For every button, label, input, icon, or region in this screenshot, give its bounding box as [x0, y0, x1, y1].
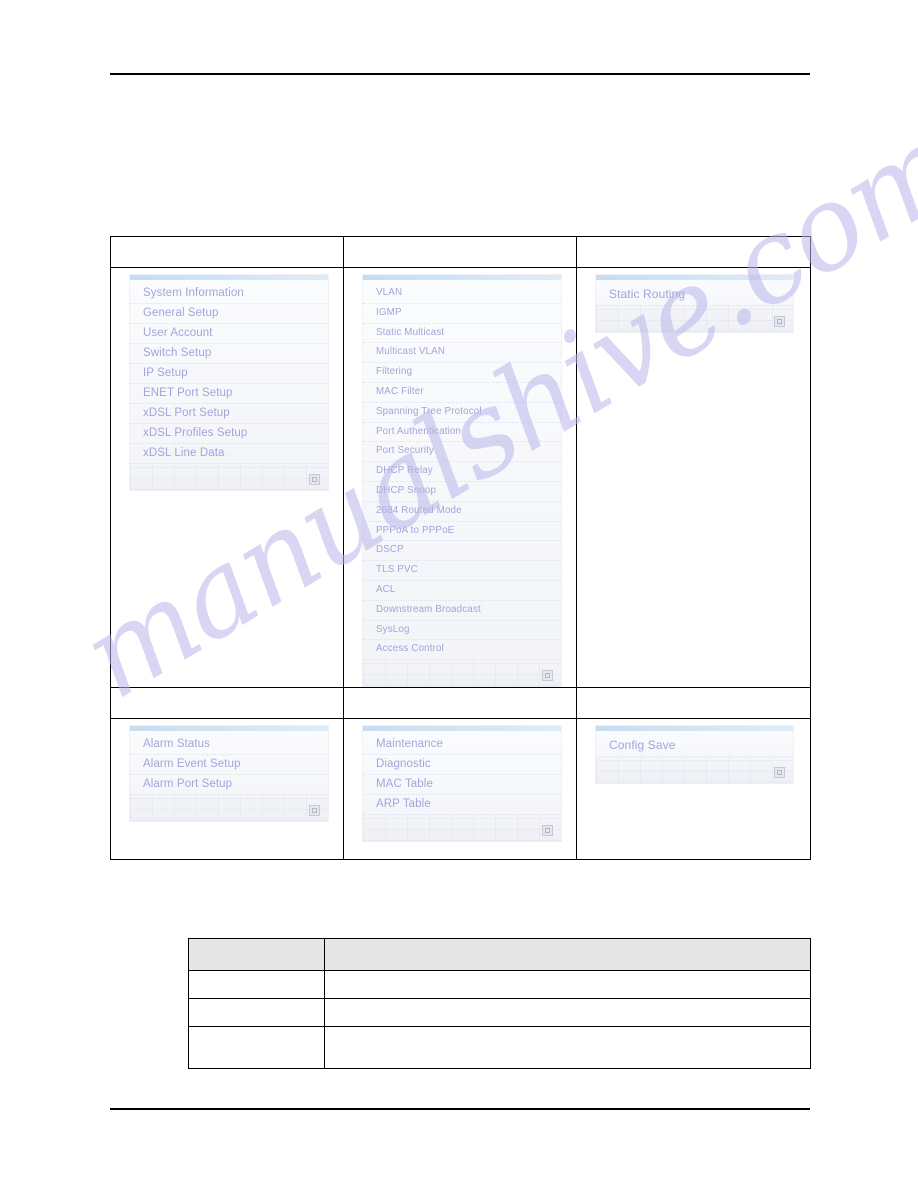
panel-system-menu[interactable]: System Information General Setup User Ac…: [129, 274, 329, 491]
menu-item[interactable]: SysLog: [363, 621, 561, 641]
description-table: [188, 938, 811, 1069]
header-cell-routing: [576, 236, 811, 268]
menu-list-config: Config Save: [596, 731, 793, 758]
menu-item[interactable]: Access Control: [363, 640, 561, 661]
menu-item[interactable]: Switch Setup: [130, 344, 328, 364]
menu-item[interactable]: DHCP Relay: [363, 462, 561, 482]
menu-item[interactable]: xDSL Profiles Setup: [130, 424, 328, 444]
panel-config-menu[interactable]: Config Save: [595, 725, 794, 785]
menu-list-alarm: Alarm Status Alarm Event Setup Alarm Por…: [130, 731, 328, 796]
menu-item[interactable]: Multicast VLAN: [363, 343, 561, 364]
menu-item[interactable]: System Information: [130, 284, 328, 304]
desc-cell-value: [324, 1026, 811, 1069]
header-cell-alarm: [110, 687, 344, 720]
table-row: Alarm Status Alarm Event Setup Alarm Por…: [110, 718, 811, 861]
desc-cell-value: [324, 998, 811, 1027]
panel-management-menu[interactable]: Maintenance Diagnostic MAC Table ARP Tab…: [362, 725, 562, 843]
panel-footer: [130, 795, 328, 822]
table-row: [110, 236, 811, 268]
panel-topbar: [130, 275, 328, 280]
menu-item[interactable]: Downstream Broadcast: [363, 601, 561, 621]
menu-item[interactable]: General Setup: [130, 304, 328, 324]
header-cell-switching: [343, 236, 577, 268]
cell-routing-menu: Static Routing: [576, 266, 811, 689]
desc-cell-value: [324, 970, 811, 999]
page-header-rule: [110, 73, 810, 75]
menu-item[interactable]: Static Multicast: [363, 324, 561, 344]
desc-cell-label: [188, 998, 325, 1027]
cell-switching-menu: VLAN IGMP Static Multicast Multicast VLA…: [343, 266, 577, 689]
menu-item[interactable]: 2684 Routed Mode: [363, 502, 561, 522]
menu-item[interactable]: User Account: [130, 324, 328, 344]
menu-item[interactable]: VLAN: [363, 284, 561, 304]
panel-alarm-menu[interactable]: Alarm Status Alarm Event Setup Alarm Por…: [129, 725, 329, 823]
desc-cell-label: [188, 970, 325, 999]
panel-footer: [596, 757, 793, 784]
panel-topbar: [130, 726, 328, 732]
cell-config-menu: Config Save: [576, 718, 811, 861]
menu-item[interactable]: Alarm Status: [130, 735, 328, 756]
menu-item[interactable]: TLS PVC: [363, 561, 561, 581]
panel-footer: [363, 660, 561, 687]
menu-item[interactable]: Maintenance: [363, 735, 561, 756]
table-row: [188, 970, 811, 999]
menu-item[interactable]: Config Save: [596, 735, 793, 758]
menu-list-system: System Information General Setup User Ac…: [130, 280, 328, 464]
menu-item[interactable]: Alarm Event Setup: [130, 755, 328, 776]
menu-list-routing: Static Routing: [596, 280, 793, 306]
resize-grip-icon: [542, 670, 553, 682]
menu-item[interactable]: MAC Filter: [363, 383, 561, 403]
menu-item[interactable]: PPPoA to PPPoE: [363, 522, 561, 542]
header-cell-config: [576, 687, 811, 720]
menu-item[interactable]: xDSL Line Data: [130, 444, 328, 464]
panel-footer: [363, 815, 561, 842]
panel-footer: [596, 306, 793, 332]
menu-item[interactable]: ACL: [363, 581, 561, 601]
menu-item[interactable]: IGMP: [363, 304, 561, 324]
desc-cell-label: [188, 1026, 325, 1069]
panel-topbar: [596, 275, 793, 280]
resize-grip-icon: [542, 825, 553, 837]
cell-management-menu: Maintenance Diagnostic MAC Table ARP Tab…: [343, 718, 577, 861]
menu-list-management: Maintenance Diagnostic MAC Table ARP Tab…: [363, 731, 561, 816]
menu-item[interactable]: Port Authentication: [363, 423, 561, 443]
menu-item[interactable]: ARP Table: [363, 795, 561, 816]
header-cell-system: [110, 236, 344, 268]
desc-header-cell-1: [188, 938, 325, 971]
panel-routing-menu[interactable]: Static Routing: [595, 274, 794, 333]
resize-grip-icon: [309, 805, 320, 817]
panel-topbar: [596, 726, 793, 732]
table-row: [188, 998, 811, 1027]
header-cell-management: [343, 687, 577, 720]
table-row: [110, 687, 811, 720]
menu-item[interactable]: ENET Port Setup: [130, 384, 328, 404]
table-header-row: [188, 938, 811, 971]
cell-system-menu: System Information General Setup User Ac…: [110, 266, 344, 689]
menu-item[interactable]: Diagnostic: [363, 755, 561, 776]
menu-item[interactable]: Spanning Tree Protocol: [363, 403, 561, 423]
panel-footer: [130, 464, 328, 490]
page-footer-rule: [110, 1108, 810, 1110]
panel-switching-menu[interactable]: VLAN IGMP Static Multicast Multicast VLA…: [362, 274, 562, 688]
menu-item[interactable]: xDSL Port Setup: [130, 404, 328, 424]
menu-overview-table: System Information General Setup User Ac…: [110, 236, 811, 861]
panel-topbar: [363, 726, 561, 732]
cell-alarm-menu: Alarm Status Alarm Event Setup Alarm Por…: [110, 718, 344, 861]
menu-item[interactable]: Alarm Port Setup: [130, 775, 328, 796]
menu-item[interactable]: Port Security: [363, 442, 561, 463]
resize-grip-icon: [774, 767, 785, 779]
menu-item[interactable]: DHCP Snoop: [363, 482, 561, 502]
desc-header-cell-2: [324, 938, 811, 971]
menu-item[interactable]: DSCP: [363, 541, 561, 562]
menu-item[interactable]: IP Setup: [130, 364, 328, 384]
resize-grip-icon: [774, 316, 785, 327]
menu-item[interactable]: Filtering: [363, 363, 561, 383]
table-row: [188, 1026, 811, 1069]
resize-grip-icon: [309, 474, 320, 485]
menu-list-switching: VLAN IGMP Static Multicast Multicast VLA…: [363, 280, 561, 661]
menu-item[interactable]: MAC Table: [363, 775, 561, 796]
menu-item[interactable]: Static Routing: [596, 284, 793, 306]
panel-topbar: [363, 275, 561, 280]
table-row: System Information General Setup User Ac…: [110, 266, 811, 689]
